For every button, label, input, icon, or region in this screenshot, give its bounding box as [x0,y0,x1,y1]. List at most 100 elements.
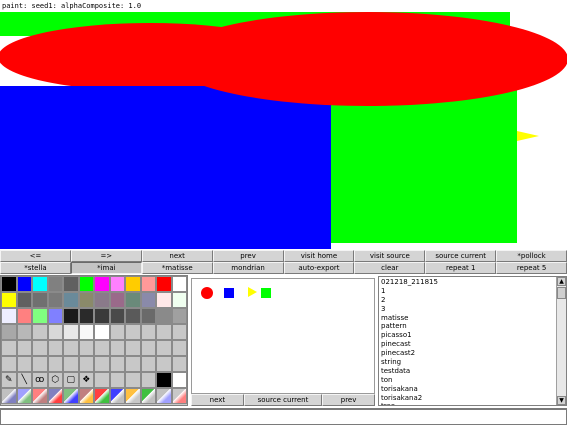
list-scrollbar[interactable]: ▲ ▼ [556,277,566,405]
preview-next-button[interactable]: next [191,394,244,406]
line-icon[interactable]: ╲ [16,372,32,388]
matisse-button[interactable]: *matisse [141,262,213,274]
palette-slot[interactable] [1,356,17,372]
list-item[interactable]: 021218_211815 [381,278,551,287]
scroll-up-icon[interactable]: ▲ [557,277,566,286]
palette-swatch[interactable] [32,308,48,324]
next-button[interactable]: next [141,250,213,262]
palette-swatch[interactable] [32,324,48,340]
clear-button[interactable]: clear [354,262,426,274]
pencil-icon[interactable]: ✎ [1,372,17,388]
palette-slot[interactable] [140,340,156,356]
palette-swatch[interactable] [109,308,125,324]
background-color-swatch[interactable] [171,372,187,388]
brush-swatch[interactable] [109,388,125,404]
palette-swatch[interactable] [140,324,156,340]
palette-slot[interactable] [140,372,156,388]
palette-slot[interactable] [94,372,110,388]
list-item[interactable]: pinecast2 [381,349,551,358]
list-item[interactable]: pattern [381,322,551,331]
palette-swatch[interactable] [125,308,141,324]
polygon-icon[interactable]: ⬡ [47,372,63,388]
list-item[interactable]: matisse [381,314,551,323]
palette-slot[interactable] [63,340,79,356]
stamp-icon[interactable]: ❖ [78,372,94,388]
palette-swatch[interactable] [32,276,48,292]
palette-swatch[interactable] [47,292,63,308]
list-item[interactable]: testdata [381,367,551,376]
list-item[interactable]: 3 [381,305,551,314]
palette-slot[interactable] [16,340,32,356]
palette-swatch[interactable] [125,292,141,308]
palette-swatch[interactable] [47,276,63,292]
palette-slot[interactable] [125,340,141,356]
palette-swatch[interactable] [63,292,79,308]
palette-swatch[interactable] [156,276,172,292]
palette-slot[interactable] [156,356,172,372]
palette-swatch[interactable] [94,308,110,324]
pollock-button[interactable]: *pollock [496,250,567,262]
palette-swatch[interactable] [16,276,32,292]
palette-swatch[interactable] [109,292,125,308]
palette-slot[interactable] [16,356,32,372]
palette-swatch[interactable] [16,292,32,308]
brush-swatch[interactable] [125,388,141,404]
palette-slot[interactable] [1,340,17,356]
palette-slot[interactable] [47,340,63,356]
repeat-1-button[interactable]: repeat 1 [425,262,497,274]
brush-swatch[interactable] [171,388,187,404]
back-button[interactable]: <= [0,250,71,262]
forward-button[interactable]: => [70,250,142,262]
palette-swatch[interactable] [140,292,156,308]
palette-swatch[interactable] [94,292,110,308]
palette-swatch[interactable] [140,276,156,292]
palette-swatch[interactable] [1,276,17,292]
preview-prev-button[interactable]: prev [322,394,375,406]
brush-swatch[interactable] [140,388,156,404]
list-item[interactable]: ton [381,376,551,385]
mondrian-button[interactable]: mondrian [212,262,284,274]
list-item[interactable]: picasso1 [381,331,551,340]
brush-swatch[interactable] [78,388,94,404]
lasso-icon[interactable]: ꝏ [32,372,48,388]
palette-swatch[interactable] [1,308,17,324]
palette-swatch[interactable] [78,308,94,324]
brush-swatch[interactable] [1,388,17,404]
palette-swatch[interactable] [156,292,172,308]
palette-slot[interactable] [32,340,48,356]
palette-swatch[interactable] [63,308,79,324]
source-current-button[interactable]: source current [425,250,497,262]
palette-swatch[interactable] [109,324,125,340]
palette-swatch[interactable] [63,276,79,292]
command-input[interactable] [0,408,567,425]
palette-swatch[interactable] [63,324,79,340]
palette-slot[interactable] [109,372,125,388]
list-item[interactable]: string [381,358,551,367]
imai-button[interactable]: *imai [70,262,142,274]
scroll-thumb[interactable] [557,287,566,299]
list-item[interactable]: pinecast [381,340,551,349]
palette-swatch[interactable] [125,324,141,340]
stella-button[interactable]: *stella [0,262,71,274]
palette-slot[interactable] [63,356,79,372]
palette-swatch[interactable] [47,308,63,324]
palette-swatch[interactable] [94,324,110,340]
rect-icon[interactable]: ▢ [63,372,79,388]
palette-slot[interactable] [32,356,48,372]
prev-button[interactable]: prev [212,250,284,262]
palette-swatch[interactable] [78,276,94,292]
palette-swatch[interactable] [109,276,125,292]
preview-source-current-button[interactable]: source current [243,394,323,406]
palette-swatch[interactable] [140,308,156,324]
brush-swatch[interactable] [32,388,48,404]
brush-swatch[interactable] [16,388,32,404]
palette-slot[interactable] [94,356,110,372]
palette-slot[interactable] [156,340,172,356]
palette-swatch[interactable] [47,324,63,340]
palette-slot[interactable] [109,340,125,356]
list-item[interactable]: tree [381,402,551,405]
palette-slot[interactable] [125,372,141,388]
list-item[interactable]: 2 [381,296,551,305]
palette-swatch[interactable] [94,276,110,292]
list-item[interactable]: torisakana [381,385,551,394]
